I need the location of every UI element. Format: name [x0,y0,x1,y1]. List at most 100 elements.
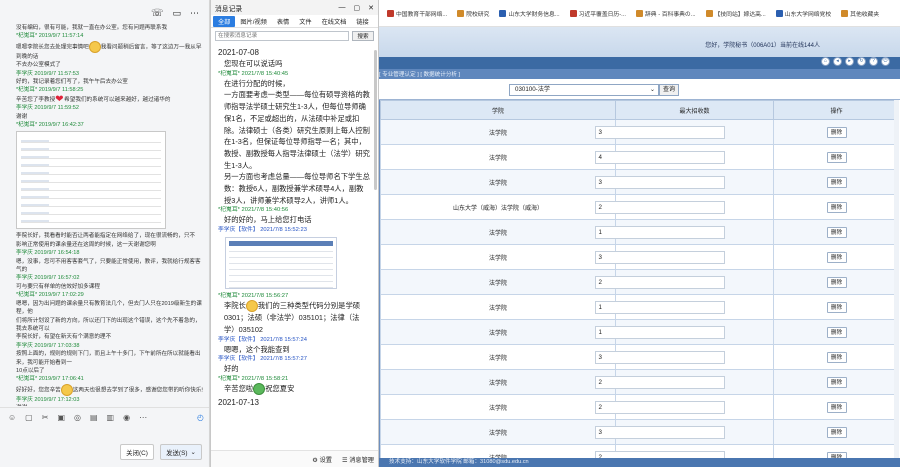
bookmark-item[interactable]: 院校研究 [457,9,489,18]
delete-button[interactable]: 删除 [826,401,847,413]
max-admission-input[interactable]: 3 [594,425,725,439]
screenshot-thumbnail[interactable] [16,131,166,230]
phone-icon[interactable]: ☏ [151,8,164,19]
major-select[interactable]: 030100-法学 ⌄ [509,84,659,96]
thumbnail-row [21,212,161,216]
delete-button[interactable]: 删除 [826,251,847,263]
video-icon[interactable]: ▭ [172,8,181,19]
op-cell: 删除 [773,394,898,420]
max-admission-input[interactable]: 1 [594,225,725,239]
message-text: 10点以后了 [16,367,206,375]
delete-button[interactable]: 删除 [826,426,847,438]
delete-button[interactable]: 删除 [826,276,847,288]
delete-button[interactable]: 删除 [826,201,847,213]
history-scrollbar[interactable] [374,50,377,190]
maximize-icon[interactable]: ▢ [354,4,361,12]
bookmark-item[interactable]: 山东大学网络党校 [775,9,831,18]
page-scrollbar[interactable] [894,100,899,458]
tab-files[interactable]: 文件 [294,16,316,27]
max-admission-input[interactable]: 2 [594,375,725,389]
delete-button[interactable]: 删除 [826,301,847,313]
back-icon[interactable]: ◂ [833,57,842,66]
message-text-part: 们将所计划设了新的方向，所以还门下的出现这个错误，这个先不着急的，我去系统可以 [16,317,201,332]
max-admission-input[interactable]: 3 [594,350,725,364]
max-admission-input[interactable]: 2 [594,400,725,414]
max-admission-input[interactable]: 3 [594,175,725,189]
delete-button[interactable]: 删除 [826,126,847,138]
column-header-college: 学院 [380,100,616,120]
delete-button[interactable]: 删除 [826,176,847,188]
image-icon[interactable]: ▤ [90,413,98,422]
bookmark-item[interactable]: 【技同站】嫁达高... [705,9,766,18]
delete-button[interactable]: 删除 [826,376,847,388]
table-row: 法学院 3 删除 [380,119,898,145]
tab-docs[interactable]: 在线文档 [317,16,352,27]
bookmark-item[interactable]: 山东大学财务信息... [499,9,560,18]
search-button[interactable]: 搜索 [352,31,374,41]
bookmark-item[interactable]: 中国教育干部网络... [387,9,447,18]
home-icon[interactable]: ⌂ [821,57,830,66]
delete-button[interactable]: 删除 [826,326,847,338]
tab-links-text[interactable]: [ 专业管理认定 ] [ 数据统计分析 ] [379,70,460,78]
max-admission-input[interactable]: 2 [594,200,725,214]
history-message-text: 李院长 我们的三种类型代码分别是学硕0301；法硕（非法学）035101；法律（法… [218,300,370,335]
mic-icon[interactable]: ◉ [123,413,130,422]
scissors-icon[interactable]: ✂ [42,413,49,422]
max-admission-input[interactable]: 1 [594,300,725,314]
refresh-icon[interactable]: ↻ [857,57,866,66]
delete-button[interactable]: 删除 [826,226,847,238]
document-icon[interactable]: ▥ [107,413,115,422]
delete-button[interactable]: 删除 [826,151,847,163]
tab-links[interactable]: 链接 [351,16,373,27]
more-icon[interactable]: ⋯ [190,8,199,19]
table-row: 法学院 3 删除 [380,169,898,195]
max-admission-input[interactable]: 3 [594,250,725,264]
folder-icon[interactable]: ▢ [25,413,33,422]
history-message-text: 另一方面也考虑总量——每位导师名下学生总数：教授6人，副教授兼学术硕导4人，副教… [218,171,370,206]
message-manage-link[interactable]: ☰ 消息管理 [342,455,374,464]
send-button[interactable]: 发送(S) ⌄ [160,444,202,460]
chat-message-list[interactable]: 没有编码，很有可能，我就一直在办公室。您有问题再联系我 *杞嵬耳* 2019/9/… [0,24,209,406]
bookmark-label: 中国教育干部网络... [396,11,448,18]
table-row: 法学院2 删除 [380,269,898,295]
help-icon[interactable]: ? [869,57,878,66]
max-admission-input[interactable]: 2 [594,275,725,289]
history-text-part: 辛苦您啦 [224,384,254,394]
max-admission-input[interactable]: 3 [594,125,725,139]
clock-icon[interactable]: ◴ [197,413,204,422]
message-text: 好的，我记录着您们写了，我午午后去办公室 [16,78,206,86]
chat-input-area[interactable]: 关闭(C) 发送(S) ⌄ [0,427,209,467]
folder-icon [635,9,643,17]
bookmark-item[interactable]: 其他收藏夹 [841,9,879,18]
table-row: 法学院 4 删除 [380,144,898,170]
minimize-icon[interactable]: — [339,4,346,12]
tab-emoji[interactable]: 表情 [272,16,294,27]
emoji-icon[interactable]: ☺ [8,413,16,422]
column-header-op: 操作 [773,100,898,120]
bookmark-item[interactable]: 习近平覆盖日历-... [569,9,626,18]
query-button[interactable]: 查询 [659,84,679,96]
tab-all[interactable]: 全部 [213,15,236,27]
dots-icon[interactable]: ⋯ [139,413,147,422]
close-icon[interactable]: ✕ [368,4,374,12]
settings-link[interactable]: ⚙ 设置 [312,455,332,464]
screenshot-icon[interactable]: ▣ [57,413,65,422]
thumbnail-row [229,261,333,265]
history-screenshot-thumbnail[interactable] [225,237,337,290]
tab-media[interactable]: 图片/视频 [235,16,271,27]
close-button[interactable]: 关闭(C) [120,444,154,460]
user-info: 您好，学院秘书（006A01）当前在线144人 [705,43,820,49]
bookmark-item[interactable]: 辞典 - 百科事典の... [635,9,696,18]
message-text: 好好好，您您辛苦 这两天也很想去学到了很多，感谢您您带的听你快乐! [16,383,206,396]
message-header: *杞嵬耳* 2019/9/7 17:06:41 [16,376,84,383]
logout-icon[interactable]: ⏻ [881,57,890,66]
thumbnail-row [21,204,161,208]
max-admission-input[interactable]: 1 [594,325,725,339]
max-admission-input[interactable]: 4 [594,150,725,164]
voice-icon[interactable]: ◎ [74,413,81,422]
forward-icon[interactable]: ▸ [845,57,854,66]
history-search-input[interactable] [215,31,349,41]
chevron-down-icon[interactable]: ⌄ [190,448,195,456]
history-message-list[interactable]: 2021-07-08 您现在可以说话吗 *杞嵬耳* 2021/7/8 15:40:… [211,46,375,450]
delete-button[interactable]: 删除 [826,351,847,363]
